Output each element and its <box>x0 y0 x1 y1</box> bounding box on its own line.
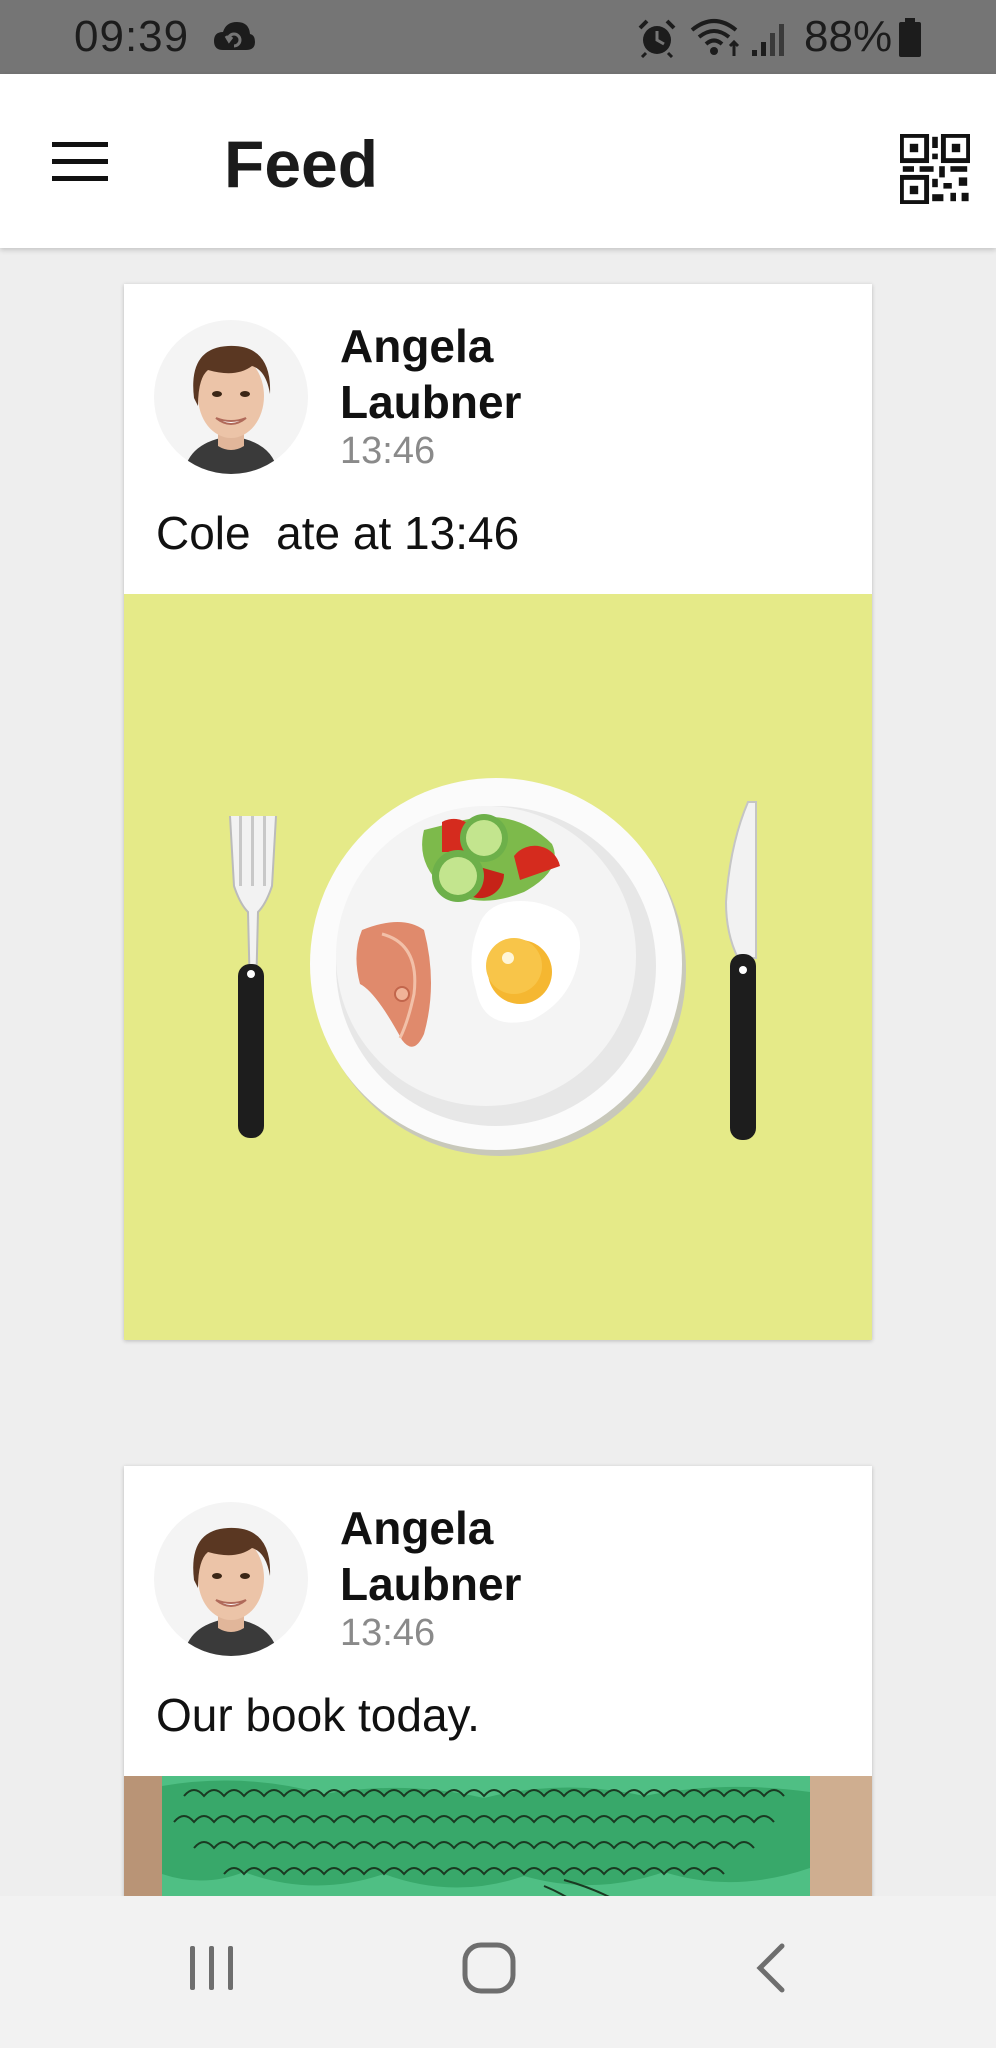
author-name[interactable]: Angela Laubner <box>340 1500 640 1612</box>
avatar[interactable] <box>154 320 308 474</box>
knife-icon <box>724 801 757 1140</box>
menu-button[interactable] <box>44 132 116 194</box>
status-bar: 09:39 88% <box>0 0 996 74</box>
feed-list[interactable]: Angela Laubner 13:46 Cole ate at 13:46 A… <box>0 248 996 1896</box>
status-time: 09:39 <box>74 12 190 61</box>
cloud-sync-icon <box>214 22 255 50</box>
post-time: 13:46 <box>340 1612 436 1654</box>
meal-plate-illustration <box>229 778 757 1156</box>
battery-percentage: 88% <box>804 12 893 61</box>
avatar[interactable] <box>154 1502 308 1656</box>
page-title: Feed <box>224 127 379 201</box>
signal-icon <box>752 24 784 56</box>
post-text: Our book today. <box>156 1689 480 1741</box>
avatar-portrait-icon <box>184 1527 278 1656</box>
feed-post[interactable]: Angela Laubner 13:46 Our book today. <box>124 1466 872 1896</box>
recents-icon[interactable] <box>186 1942 238 1994</box>
avatar-portrait-icon <box>184 345 278 474</box>
alarm-icon <box>638 19 676 58</box>
feed-post[interactable]: Angela Laubner 13:46 Cole ate at 13:46 <box>124 284 872 1340</box>
post-text: Cole ate at 13:46 <box>156 507 520 559</box>
qr-code-icon[interactable] <box>900 134 970 204</box>
home-icon[interactable] <box>460 1940 520 1996</box>
author-name[interactable]: Angela Laubner <box>340 318 640 430</box>
book-cover-photo <box>124 1776 872 1896</box>
wifi-icon <box>690 19 740 56</box>
post-image-meal[interactable] <box>124 594 872 1340</box>
post-image-book[interactable] <box>124 1776 872 1896</box>
menu-icon <box>52 142 108 147</box>
plate-icon <box>310 778 686 1156</box>
app-bar: Feed <box>0 74 996 248</box>
fork-icon <box>229 815 277 1138</box>
battery-icon <box>899 18 921 57</box>
back-icon[interactable] <box>752 1942 792 1994</box>
system-nav-bar <box>0 1896 996 2048</box>
post-time: 13:46 <box>340 430 436 472</box>
